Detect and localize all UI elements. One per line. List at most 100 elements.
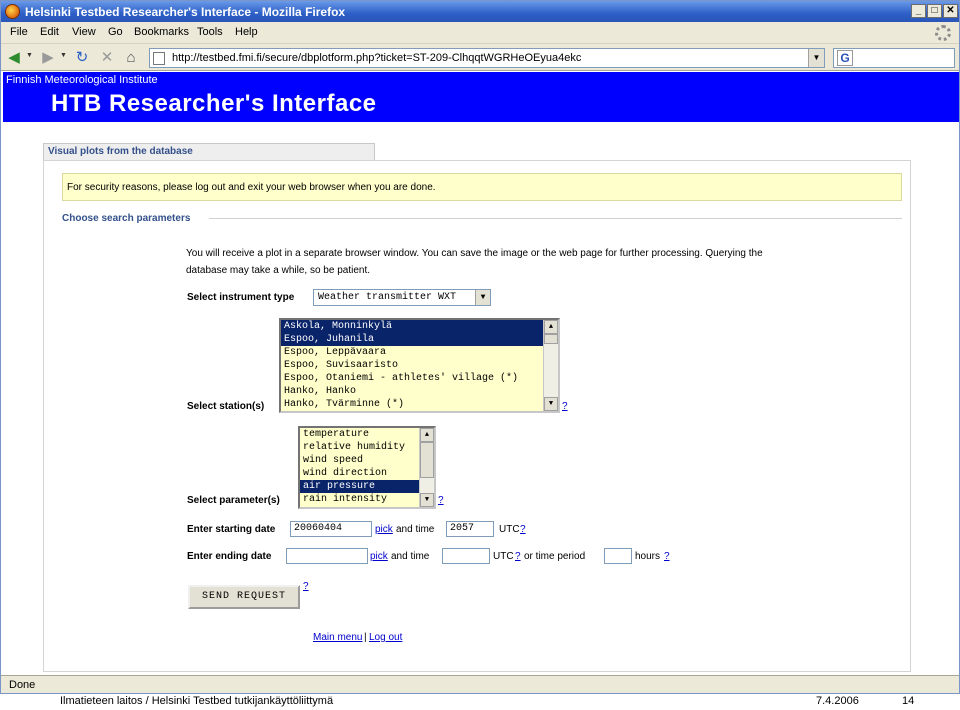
end-time-input[interactable] [442,548,490,564]
scroll-down-icon[interactable]: ▼ [420,493,434,507]
app-title: HTB Researcher's Interface [51,90,377,117]
station-scrollbar[interactable]: ▲ ▼ [543,320,558,411]
end-utc-text: UTC [493,551,514,562]
list-item[interactable]: rain intensity [300,493,434,506]
station-listbox[interactable]: Askola, Monninkylä Espoo, Juhanila Espoo, … [279,318,560,413]
reload-button[interactable]: ↻ [73,49,91,66]
start-help-link[interactable]: ? [520,524,526,535]
close-button[interactable]: ✕ [943,4,958,18]
instrument-select[interactable]: Weather transmitter WXT ▼ [313,289,491,306]
main-menu-link[interactable]: Main menu [313,632,362,643]
search-engine-icon[interactable]: G [837,50,853,66]
menu-bookmarks[interactable]: Bookmarks [134,26,189,38]
home-button[interactable]: ⌂ [122,49,140,66]
parameters-help-link[interactable]: ? [438,495,444,506]
url-text[interactable]: http://testbed.fmi.fi/secure/dbplotform.… [172,52,581,64]
list-item[interactable]: Hanko, Hanko [281,385,558,398]
status-text: Done [9,679,36,691]
address-bar[interactable]: http://testbed.fmi.fi/secure/dbplotform.… [149,48,825,68]
menu-file[interactable]: File [10,26,28,38]
scroll-thumb[interactable] [420,442,434,478]
forward-dropdown-icon[interactable]: ▼ [60,52,67,59]
menu-edit[interactable]: Edit [40,26,59,38]
list-item[interactable]: relative humidity [300,441,434,454]
list-item[interactable]: Espoo, Juhanila [281,333,558,346]
fieldset-divider [209,218,902,219]
window-title: Helsinki Testbed Researcher's Interface … [25,5,346,19]
parameter-list: temperature relative humidity wind speed wi… [300,428,434,506]
list-item[interactable]: Espoo, Suvisaaristo [281,359,558,372]
scroll-thumb[interactable] [544,334,558,344]
list-item[interactable]: wind direction [300,467,434,480]
navigation-toolbar: ◀ ▼ ▶ ▼ ↻ ✕ ⌂ http://testbed.fmi.fi/secu… [1,44,959,71]
hours-text: hours [635,551,661,562]
menu-view[interactable]: View [72,26,96,38]
minimize-button[interactable]: _ [911,4,926,18]
station-list: Askola, Monninkylä Espoo, Juhanila Espoo, … [281,320,558,411]
instrument-label: Select instrument type [187,292,295,303]
browser-window: Helsinki Testbed Researcher's Interface … [0,0,960,694]
period-help-link[interactable]: ? [664,551,670,562]
list-item[interactable]: Hanko, Tvärminne (*) [281,398,558,411]
start-and-time-text: and time [396,524,435,535]
footer-caption: Ilmatieteen laitos / Helsinki Testbed tu… [60,695,334,707]
form-panel: For security reasons, please log out and… [43,160,911,672]
throbber-icon [935,25,951,41]
back-dropdown-icon[interactable]: ▼ [26,52,33,59]
maximize-button[interactable]: □ [927,4,942,18]
parameters-label: Select parameter(s) [187,495,280,506]
footer-date: 7.4.2006 [816,695,859,707]
time-period-input[interactable] [604,548,632,564]
status-bar: Done [1,675,959,693]
institute-name: Finnish Meteorological Institute [6,74,158,86]
scroll-down-icon[interactable]: ▼ [544,397,558,411]
list-item[interactable]: temperature [300,428,434,441]
intro-text: You will receive a plot in a separate br… [186,248,763,276]
start-date-pick-link[interactable]: pick [375,524,393,535]
log-out-link[interactable]: Log out [369,632,402,643]
back-button[interactable]: ◀ [5,49,23,66]
end-and-time-text: and time [391,551,430,562]
start-time-input[interactable]: 2057 [446,521,494,537]
page-content: Finnish Meteorological Institute HTB Res… [1,72,959,675]
title-bar: Helsinki Testbed Researcher's Interface … [1,1,959,22]
address-dropdown-icon[interactable]: ▼ [808,49,824,67]
list-item[interactable]: wind speed [300,454,434,467]
send-help-link[interactable]: ? [303,581,309,592]
end-date-label: Enter ending date [187,551,272,562]
or-time-period-text: or time period [524,551,586,562]
start-utc-text: UTC [499,524,520,535]
section-tab: Visual plots from the database [43,143,375,160]
list-item[interactable]: Askola, Monninkylä [281,320,558,333]
forward-button[interactable]: ▶ [39,49,57,66]
search-box[interactable]: G [833,48,955,68]
end-date-pick-link[interactable]: pick [370,551,388,562]
scroll-up-icon[interactable]: ▲ [544,320,558,334]
menu-go[interactable]: Go [108,26,123,38]
list-item[interactable]: Espoo, Leppävaara [281,346,558,359]
list-item[interactable]: Espoo, Otaniemi - athletes' village (*) [281,372,558,385]
start-date-label: Enter starting date [187,524,276,535]
page-header: Finnish Meteorological Institute HTB Res… [3,72,959,122]
end-help-link[interactable]: ? [515,551,521,562]
stations-help-link[interactable]: ? [562,401,568,412]
parameter-listbox[interactable]: temperature relative humidity wind speed wi… [298,426,436,509]
menu-bar: File Edit View Go Bookmarks Tools Help [1,22,959,44]
instrument-value: Weather transmitter WXT [318,292,457,303]
start-date-input[interactable]: 20060404 [290,521,372,537]
menu-help[interactable]: Help [235,26,258,38]
fieldset-legend: Choose search parameters [62,213,197,224]
scroll-up-icon[interactable]: ▲ [420,428,434,442]
chevron-down-icon[interactable]: ▼ [475,290,490,305]
stop-button[interactable]: ✕ [98,49,116,66]
page-number: 14 [902,695,915,707]
end-date-input[interactable] [286,548,368,564]
parameter-scrollbar[interactable]: ▲ ▼ [419,428,434,507]
link-separator: | [364,632,367,643]
list-item[interactable]: air pressure [300,480,434,493]
firefox-icon [5,4,20,19]
menu-tools[interactable]: Tools [197,26,223,38]
security-notice: For security reasons, please log out and… [62,173,902,201]
send-request-button[interactable]: SEND REQUEST [188,585,300,609]
stations-label: Select station(s) [187,401,265,412]
